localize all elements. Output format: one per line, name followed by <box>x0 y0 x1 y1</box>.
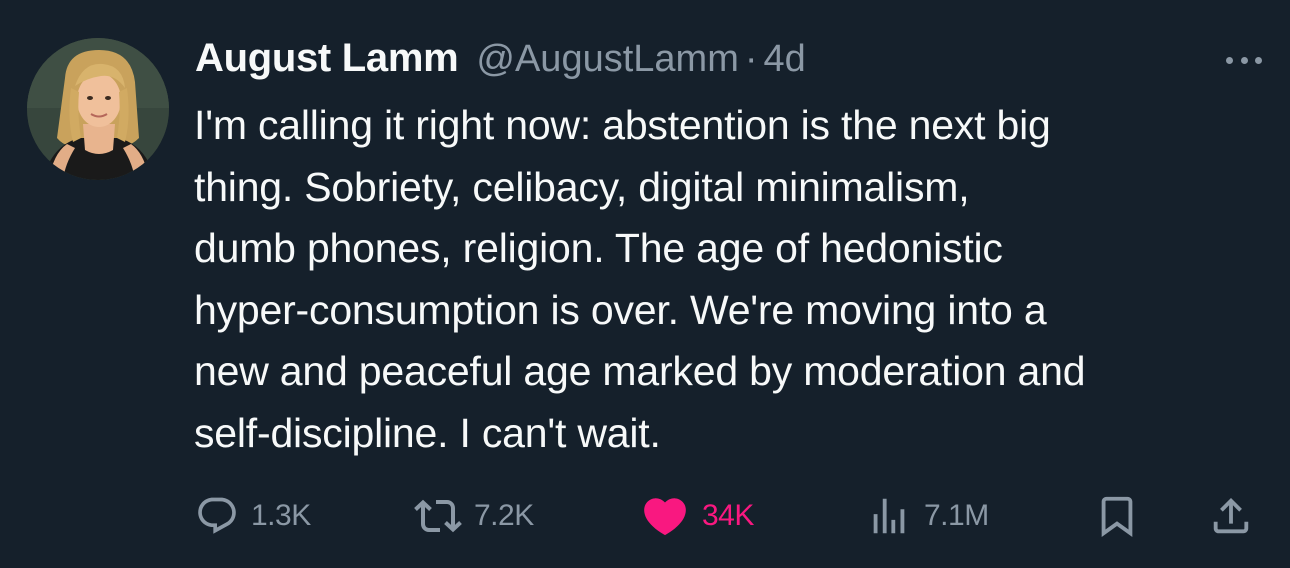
bookmark-button[interactable] <box>1094 488 1140 544</box>
tweet-text-line: new and peaceful age marked by moderatio… <box>194 348 1086 394</box>
tweet-text-line: I'm calling it right now: abstention is … <box>194 102 1051 148</box>
heart-icon <box>644 498 686 536</box>
separator-dot: · <box>744 38 758 80</box>
display-name[interactable]: August Lamm <box>195 36 459 81</box>
profile-photo <box>27 38 169 180</box>
repost-button[interactable]: 7.2K <box>414 488 534 544</box>
timestamp[interactable]: 4d <box>764 38 806 81</box>
repost-count: 7.2K <box>474 499 534 532</box>
tweet-text-line: self-discipline. I can't wait. <box>194 409 661 456</box>
more-dot-icon <box>1226 56 1233 64</box>
more-dot-icon <box>1255 56 1262 64</box>
views-icon <box>873 498 905 534</box>
action-bar: 1.3K 7.2K 34K 7.1M <box>0 488 1290 544</box>
views-count: 7.1M <box>924 499 989 532</box>
reply-button[interactable]: 1.3K <box>195 488 311 544</box>
reply-icon <box>198 497 236 534</box>
repost-icon <box>414 499 462 533</box>
share-button[interactable] <box>1208 488 1254 544</box>
avatar[interactable] <box>27 38 169 180</box>
more-dot-icon <box>1240 56 1248 64</box>
like-button[interactable]: 34K <box>640 488 754 544</box>
tweet-text-line: dumb phones, religion. The age of hedoni… <box>194 225 1003 271</box>
more-options-button[interactable] <box>1226 50 1262 70</box>
tweet-text-line: thing. Sobriety, celibacy, digital minim… <box>194 163 970 210</box>
bookmark-icon <box>1101 496 1133 537</box>
like-count: 34K <box>702 499 754 532</box>
user-handle[interactable]: @AugustLamm <box>476 38 738 81</box>
tweet-text: I'm calling it right now: abstention is … <box>194 95 1274 464</box>
tweet-text-line: hyper-consumption is over. We're moving … <box>194 286 1047 333</box>
share-icon <box>1213 497 1249 534</box>
views-button[interactable]: 7.1M <box>866 488 989 544</box>
tweet: August Lamm @AugustLamm · 4d I'm calling… <box>0 0 1290 568</box>
tweet-header: August Lamm @AugustLamm · 4d <box>195 36 806 86</box>
reply-count: 1.3K <box>251 499 311 532</box>
